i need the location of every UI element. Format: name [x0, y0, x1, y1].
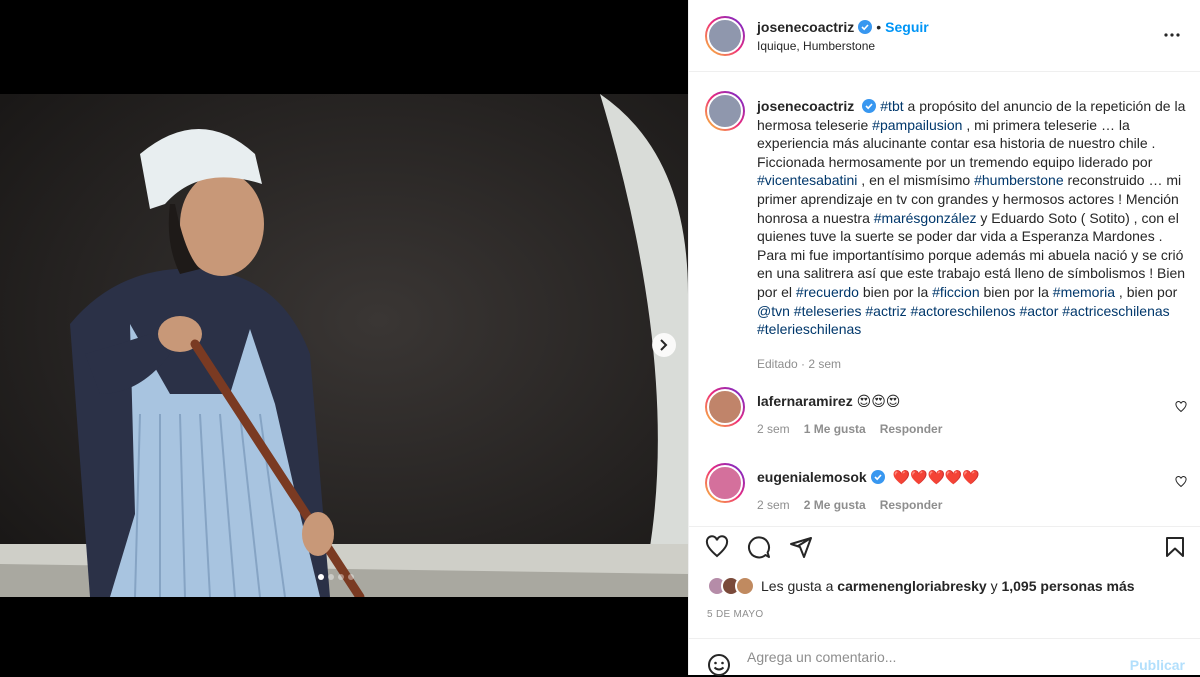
post-media — [0, 0, 688, 675]
caption-text: #tbt a propósito del anuncio de la repet… — [757, 98, 1185, 337]
comment-time[interactable]: 2 sem — [757, 422, 790, 436]
likes-text: Les gusta a carmenengloriabresky y 1,095… — [761, 578, 1135, 594]
reply-button[interactable]: Responder — [880, 498, 943, 512]
author-avatar[interactable] — [705, 16, 745, 56]
chevron-right-icon — [660, 339, 668, 351]
comment-time[interactable]: 2 sem — [757, 498, 790, 512]
share-icon[interactable] — [789, 535, 813, 559]
caption-segment: , bien por — [1115, 283, 1178, 300]
likes-prefix: Les gusta a — [761, 578, 838, 594]
likes-user[interactable]: carmenengloriabresky — [837, 578, 986, 594]
post-location[interactable]: Iquique, Humberstone — [757, 39, 875, 53]
liker-avatar — [735, 576, 755, 596]
caption-segment: , en el mismísimo — [857, 172, 975, 189]
likes-summary: Les gusta a carmenengloriabresky y 1,095… — [707, 576, 1135, 596]
carousel-dot — [318, 574, 324, 580]
carousel-dot — [328, 574, 334, 580]
bookmark-icon[interactable] — [1163, 535, 1187, 559]
post-panel: josenecoactriz • Seguir Iquique, Humbersto… — [688, 0, 1200, 677]
next-photo-button[interactable] — [652, 333, 676, 357]
comment-icon[interactable] — [747, 535, 771, 559]
comment-likes[interactable]: 1 Me gusta — [804, 422, 866, 436]
hashtag-link[interactable]: #actor — [1019, 303, 1058, 319]
like-comment-heart-icon[interactable] — [1175, 401, 1187, 413]
comment-item: lafernaramirez 😍😍😍 2 sem 1 Me gusta Resp… — [757, 393, 1157, 436]
likes-middle: y — [986, 578, 1002, 594]
verified-icon — [870, 470, 885, 484]
hashtag-link[interactable]: #pampailusion — [872, 117, 962, 133]
hashtag-link[interactable]: @tvn — [757, 303, 790, 319]
hashtag-link[interactable]: #teleseries — [794, 303, 862, 319]
hashtag-link[interactable]: #memoria — [1053, 284, 1115, 300]
comments-area[interactable]: josenecoactriz #tbt a propósito del anunc… — [689, 73, 1200, 526]
caption-segment: bien por la — [858, 283, 933, 300]
verified-icon — [862, 99, 877, 113]
reply-button[interactable]: Responder — [880, 422, 943, 436]
commenter-avatar[interactable] — [705, 463, 745, 503]
photo-illustration — [0, 94, 688, 597]
caption-username[interactable]: josenecoactriz — [757, 98, 854, 114]
hashtag-link[interactable]: #tbt — [880, 98, 903, 114]
post-date[interactable]: 5 DE MAYO — [707, 609, 763, 620]
hashtag-link[interactable]: #recuerdo — [796, 284, 859, 300]
carousel-dots — [318, 574, 354, 580]
hashtag-link[interactable]: #humberstone — [974, 172, 1064, 188]
comment-likes[interactable]: 2 Me gusta — [804, 498, 866, 512]
action-bar — [689, 526, 1200, 566]
carousel-dot — [338, 574, 344, 580]
comment-username[interactable]: eugenialemosok — [757, 469, 867, 485]
publish-button[interactable]: Publicar — [1130, 657, 1185, 673]
emoji-icon[interactable] — [707, 653, 731, 677]
comment-input[interactable] — [747, 649, 1127, 665]
post-photo[interactable] — [0, 94, 688, 597]
hashtag-link[interactable]: #vicentesabatini — [757, 172, 857, 188]
likes-count[interactable]: 1,095 personas más — [1001, 578, 1134, 594]
carousel-dot — [348, 574, 354, 580]
hashtag-link[interactable]: #actoreschilenos — [911, 303, 1016, 319]
separator: • — [876, 19, 882, 35]
add-comment-bar: Publicar — [689, 638, 1200, 677]
comment-text: ❤️❤️❤️❤️❤️ — [892, 469, 980, 485]
commenter-avatar[interactable] — [705, 387, 745, 427]
hashtag-link[interactable]: #actriz — [865, 303, 906, 319]
more-icon[interactable] — [1163, 26, 1181, 44]
follow-button[interactable]: Seguir — [885, 19, 929, 35]
post-header: josenecoactriz • Seguir Iquique, Humbersto… — [689, 0, 1200, 72]
comment-text: 😍😍😍 — [856, 393, 901, 409]
comment-item: eugenialemosok ❤️❤️❤️❤️❤️ 2 sem 2 Me gus… — [757, 469, 1157, 512]
hashtag-link[interactable]: #actriceschilenas — [1062, 303, 1169, 319]
caption-avatar[interactable] — [705, 91, 745, 131]
hashtag-link[interactable]: #marésgonzález — [874, 210, 977, 226]
hashtag-link[interactable]: #ficcion — [932, 284, 979, 300]
post-caption: josenecoactriz #tbt a propósito del anunc… — [757, 97, 1187, 373]
caption-meta: Editado · 2 sem — [757, 356, 842, 371]
author-username[interactable]: josenecoactriz — [757, 19, 854, 35]
like-comment-heart-icon[interactable] — [1175, 476, 1187, 488]
caption-segment: bien por la — [979, 283, 1053, 300]
verified-icon — [858, 20, 873, 34]
hashtag-link[interactable]: #telerieschilenas — [757, 321, 861, 337]
heart-icon[interactable] — [705, 535, 729, 559]
comment-username[interactable]: lafernaramirez — [757, 393, 853, 409]
